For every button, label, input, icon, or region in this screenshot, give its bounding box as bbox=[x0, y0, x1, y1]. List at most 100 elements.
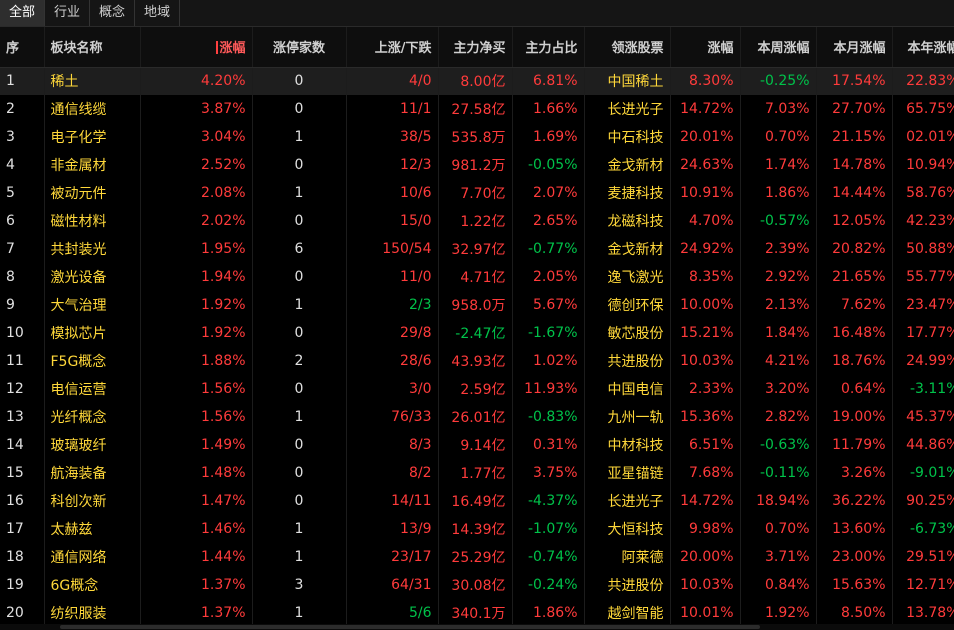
table-row[interactable]: 19 6G概念 1.37% 3 64/31 30.08亿 -0.24% 共进股份 10.03% 0… bbox=[0, 571, 954, 599]
table-row[interactable]: 5 被动元件 2.08% 1 10/6 7.70亿 2.07% 麦捷科技 10.91% 1.86%… bbox=[0, 179, 954, 207]
cell-index: 9 bbox=[0, 291, 45, 319]
table-row[interactable]: 1 稀土 4.20% 0 4/0 8.00亿 6.81% 中国稀土 8.30% -0.25% 17.… bbox=[0, 67, 954, 95]
header-leader-change[interactable]: 涨幅 bbox=[670, 27, 741, 68]
table-row[interactable]: 6 磁性材料 2.02% 0 15/0 1.22亿 2.65% 龙磁科技 4.70% -0.57%… bbox=[0, 207, 954, 235]
cell-sector-name[interactable]: 太赫兹 bbox=[44, 515, 141, 543]
header-year-change[interactable]: 本年涨幅 bbox=[892, 27, 954, 68]
table-row[interactable]: 17 太赫兹 1.46% 1 13/9 14.39亿 -1.07% 大恒科技 9.98% 0.70… bbox=[0, 515, 954, 543]
cell-leader-stock[interactable]: 金戈新材 bbox=[584, 151, 671, 179]
cell-change: 1.94% bbox=[140, 263, 253, 291]
cell-leader-stock[interactable]: 麦捷科技 bbox=[584, 179, 671, 207]
cell-week-change: 2.39% bbox=[740, 235, 817, 263]
cell-index: 18 bbox=[0, 543, 45, 571]
header-net-inflow[interactable]: 主力净买 bbox=[438, 27, 513, 68]
cell-sector-name[interactable]: 磁性材料 bbox=[44, 207, 141, 235]
cell-week-change: 4.21% bbox=[740, 347, 817, 375]
cell-leader-stock[interactable]: 敏芯股份 bbox=[584, 319, 671, 347]
cell-leader-stock[interactable]: 龙磁科技 bbox=[584, 207, 671, 235]
header-index[interactable]: 序 bbox=[0, 27, 45, 68]
table-row[interactable]: 15 航海装备 1.48% 0 8/2 1.77亿 3.75% 亚星锚链 7.68% -0.11%… bbox=[0, 459, 954, 487]
table-row[interactable]: 18 通信网络 1.44% 1 23/17 25.29亿 -0.74% 阿莱德 20.00% 3.… bbox=[0, 543, 954, 571]
cell-sector-name[interactable]: F5G概念 bbox=[44, 347, 141, 375]
cell-sector-name[interactable]: 玻璃玻纤 bbox=[44, 431, 141, 459]
header-month-change[interactable]: 本月涨幅 bbox=[816, 27, 893, 68]
cell-sector-name[interactable]: 航海装备 bbox=[44, 459, 141, 487]
cell-leader-stock[interactable]: 金戈新材 bbox=[584, 235, 671, 263]
scrollbar-thumb[interactable] bbox=[60, 625, 760, 629]
cell-leader-change: 14.72% bbox=[670, 487, 741, 515]
table-row[interactable]: 3 电子化学 3.04% 1 38/5 535.8万 1.69% 中石科技 20.01% 0.70… bbox=[0, 123, 954, 151]
cell-sector-name[interactable]: 通信网络 bbox=[44, 543, 141, 571]
cell-week-change: -0.25% bbox=[740, 67, 817, 95]
cell-sector-name[interactable]: 被动元件 bbox=[44, 179, 141, 207]
cell-leader-stock[interactable]: 中国电信 bbox=[584, 375, 671, 403]
tab-1[interactable]: 行业 bbox=[45, 0, 91, 26]
horizontal-scrollbar[interactable] bbox=[0, 624, 954, 630]
cell-limit-up-count: 3 bbox=[252, 571, 347, 599]
cell-leader-stock[interactable]: 德创环保 bbox=[584, 291, 671, 319]
cell-sector-name[interactable]: 通信线缆 bbox=[44, 95, 141, 123]
cell-change: 3.87% bbox=[140, 95, 253, 123]
table-row[interactable]: 7 共封装光 1.95% 6 150/54 32.97亿 -0.77% 金戈新材 24.92% 2… bbox=[0, 235, 954, 263]
table-row[interactable]: 10 模拟芯片 1.92% 0 29/8 -2.47亿 -1.67% 敏芯股份 15.21% 1.… bbox=[0, 319, 954, 347]
header-leader-stock[interactable]: 领涨股票 bbox=[584, 27, 671, 68]
table-row[interactable]: 2 通信线缆 3.87% 0 11/1 27.58亿 1.66% 长进光子 14.72% 7.03… bbox=[0, 95, 954, 123]
cell-sector-name[interactable]: 光纤概念 bbox=[44, 403, 141, 431]
table-row[interactable]: 9 大气治理 1.92% 1 2/3 958.0万 5.67% 德创环保 10.00% 2.13%… bbox=[0, 291, 954, 319]
cell-leader-change: 20.00% bbox=[670, 543, 741, 571]
cell-sector-name[interactable]: 非金属材 bbox=[44, 151, 141, 179]
table-row[interactable]: 16 科创次新 1.47% 0 14/11 16.49亿 -4.37% 长进光子 14.72% 1… bbox=[0, 487, 954, 515]
cell-up-down: 4/0 bbox=[346, 67, 439, 95]
cell-leader-stock[interactable]: 中材科技 bbox=[584, 431, 671, 459]
cell-sector-name[interactable]: 科创次新 bbox=[44, 487, 141, 515]
cell-leader-stock[interactable]: 逸飞激光 bbox=[584, 263, 671, 291]
header-change[interactable]: 涨幅 bbox=[140, 27, 253, 68]
cell-leader-stock[interactable]: 阿莱德 bbox=[584, 543, 671, 571]
cell-leader-change: 24.92% bbox=[670, 235, 741, 263]
cell-sector-name[interactable]: 稀土 bbox=[44, 67, 141, 95]
cell-leader-stock[interactable]: 共进股份 bbox=[584, 571, 671, 599]
cell-leader-stock[interactable]: 越剑智能 bbox=[584, 599, 671, 627]
tab-0[interactable]: 全部 bbox=[0, 0, 46, 26]
cell-leader-stock[interactable]: 共进股份 bbox=[584, 347, 671, 375]
cell-sector-name[interactable]: 大气治理 bbox=[44, 291, 141, 319]
header-main-ratio[interactable]: 主力占比 bbox=[512, 27, 585, 68]
cell-leader-stock[interactable]: 长进光子 bbox=[584, 487, 671, 515]
cell-leader-stock[interactable]: 中石科技 bbox=[584, 123, 671, 151]
header-up-down[interactable]: 上涨/下跌 bbox=[346, 27, 439, 68]
header-sector-name[interactable]: 板块名称 bbox=[44, 27, 141, 68]
table-row[interactable]: 4 非金属材 2.52% 0 12/3 981.2万 -0.05% 金戈新材 24.63% 1.7… bbox=[0, 151, 954, 179]
cell-limit-up-count: 1 bbox=[252, 403, 347, 431]
cell-sector-name[interactable]: 模拟芯片 bbox=[44, 319, 141, 347]
header-week-change[interactable]: 本周涨幅 bbox=[740, 27, 817, 68]
cell-leader-stock[interactable]: 亚星锚链 bbox=[584, 459, 671, 487]
cell-leader-stock[interactable]: 中国稀土 bbox=[584, 67, 671, 95]
cell-sector-name[interactable]: 纺织服装 bbox=[44, 599, 141, 627]
table-row[interactable]: 14 玻璃玻纤 1.49% 0 8/3 9.14亿 0.31% 中材科技 6.51% -0.63%… bbox=[0, 431, 954, 459]
cell-sector-name[interactable]: 电子化学 bbox=[44, 123, 141, 151]
cell-main-ratio: -4.37% bbox=[512, 487, 585, 515]
cell-limit-up-count: 0 bbox=[252, 487, 347, 515]
tab-2[interactable]: 概念 bbox=[90, 0, 136, 26]
table-row[interactable]: 13 光纤概念 1.56% 1 76/33 26.01亿 -0.83% 九州一轨 15.36% 2… bbox=[0, 403, 954, 431]
cell-sector-name[interactable]: 电信运营 bbox=[44, 375, 141, 403]
cell-sector-name[interactable]: 激光设备 bbox=[44, 263, 141, 291]
cell-leader-stock[interactable]: 长进光子 bbox=[584, 95, 671, 123]
header-limit-up-count[interactable]: 涨停家数 bbox=[252, 27, 347, 68]
table-row[interactable]: 11 F5G概念 1.88% 2 28/6 43.93亿 1.02% 共进股份 10.03% 4.… bbox=[0, 347, 954, 375]
cell-net-inflow: 14.39亿 bbox=[438, 515, 513, 543]
cell-sector-name[interactable]: 共封装光 bbox=[44, 235, 141, 263]
cell-leader-stock[interactable]: 大恒科技 bbox=[584, 515, 671, 543]
tab-3[interactable]: 地域 bbox=[135, 0, 181, 26]
cell-sector-name[interactable]: 6G概念 bbox=[44, 571, 141, 599]
table-row[interactable]: 20 纺织服装 1.37% 1 5/6 340.1万 1.86% 越剑智能 10.01% 1.92… bbox=[0, 599, 954, 627]
cell-leader-stock[interactable]: 九州一轨 bbox=[584, 403, 671, 431]
table-row[interactable]: 8 激光设备 1.94% 0 11/0 4.71亿 2.05% 逸飞激光 8.35% 2.92% 2… bbox=[0, 263, 954, 291]
cell-leader-change: 10.03% bbox=[670, 347, 741, 375]
table-row[interactable]: 12 电信运营 1.56% 0 3/0 2.59亿 11.93% 中国电信 2.33% 3.20%… bbox=[0, 375, 954, 403]
cell-net-inflow: 32.97亿 bbox=[438, 235, 513, 263]
cell-main-ratio: -0.74% bbox=[512, 543, 585, 571]
cell-year-change: 10.94% bbox=[892, 151, 954, 179]
cell-week-change: 3.71% bbox=[740, 543, 817, 571]
cell-main-ratio: 2.65% bbox=[512, 207, 585, 235]
